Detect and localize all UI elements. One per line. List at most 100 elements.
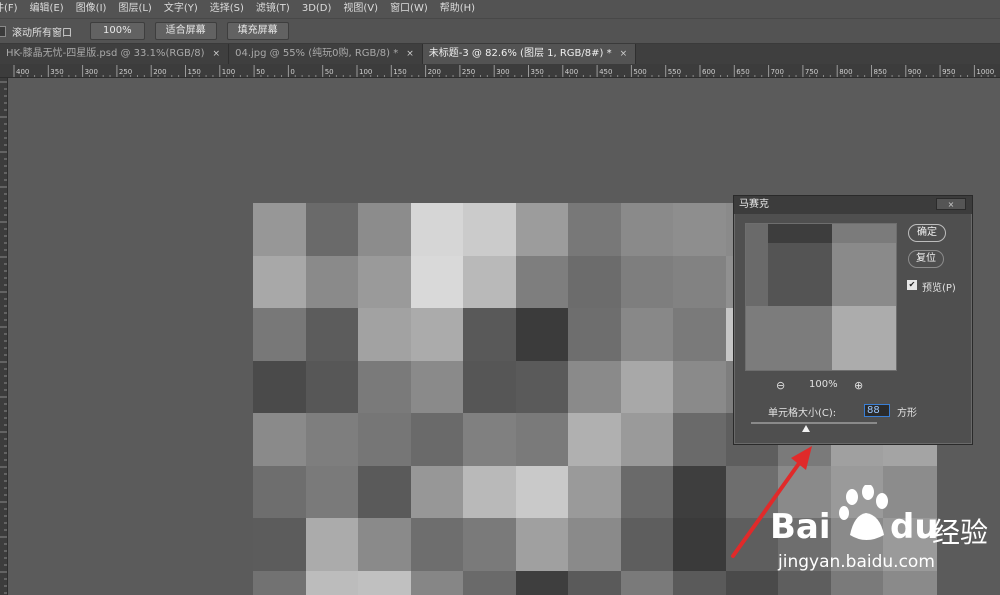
tab-untitled-3[interactable]: 未标题-3 @ 82.6% (图层 1, RGB/8#) * ×	[422, 44, 637, 64]
tab-label: 未标题-3 @ 82.6% (图层 1, RGB/8#) *	[428, 48, 612, 59]
fit-screen-button[interactable]: 适合屏幕	[154, 22, 217, 40]
menu-window[interactable]: 窗口(W)	[384, 0, 434, 18]
preview-label[interactable]: 预览(P)	[922, 279, 956, 294]
menu-layer[interactable]: 图层(L)	[112, 0, 157, 18]
cell-size-input[interactable]: 88	[864, 404, 890, 417]
mosaic-cell	[410, 255, 464, 309]
ruler-label: 350	[531, 68, 544, 76]
ruler-label: 950	[942, 68, 955, 76]
mosaic-cell	[305, 360, 359, 414]
close-icon[interactable]: ×	[213, 44, 221, 64]
mosaic-cell	[620, 360, 674, 414]
mosaic-cell	[305, 570, 359, 595]
mosaic-cell	[515, 203, 569, 257]
menu-type[interactable]: 文字(Y)	[158, 0, 204, 18]
ruler-label: 150	[393, 68, 406, 76]
slider-thumb[interactable]	[802, 425, 810, 432]
mosaic-cell	[358, 255, 412, 309]
mosaic-cell	[673, 413, 727, 467]
mosaic-cell	[673, 518, 727, 572]
menu-select[interactable]: 选择(S)	[204, 0, 250, 18]
ruler-label: 250	[119, 68, 132, 76]
mosaic-cell	[515, 308, 569, 362]
mosaic-cell	[673, 203, 727, 257]
baidu-jingyan-watermark: Bai du 经验 jingyan.baidu.com	[770, 485, 990, 585]
mosaic-cell	[410, 413, 464, 467]
mosaic-cell	[515, 255, 569, 309]
zoom-100-button[interactable]: 100%	[90, 22, 145, 40]
ruler-label: 0	[290, 68, 294, 76]
mosaic-cell	[515, 518, 569, 572]
mosaic-cell	[673, 255, 727, 309]
ruler-label: 800	[839, 68, 852, 76]
cell-size-slider[interactable]	[751, 422, 877, 424]
scroll-all-checkbox[interactable]	[0, 25, 6, 37]
mosaic-cell	[568, 255, 622, 309]
mosaic-cell	[463, 413, 517, 467]
mosaic-cell	[673, 465, 727, 519]
reset-button[interactable]: 复位	[908, 250, 944, 268]
ruler-label: 650	[736, 68, 749, 76]
mosaic-cell	[620, 570, 674, 595]
mosaic-cell	[463, 518, 517, 572]
ruler-label: 300	[496, 68, 509, 76]
baidu-brand-bai: Bai	[770, 507, 831, 547]
ruler-label: 1000	[976, 68, 994, 76]
ruler-label: 150	[188, 68, 201, 76]
mosaic-cell	[568, 413, 622, 467]
preview-block	[768, 224, 832, 243]
mosaic-cell	[463, 308, 517, 362]
mosaic-cell	[410, 203, 464, 257]
ruler-label: 550	[668, 68, 681, 76]
menu-3d[interactable]: 3D(D)	[296, 0, 338, 18]
preview-block	[832, 243, 896, 306]
ruler-label: 250	[462, 68, 475, 76]
zoom-out-icon[interactable]: ⊖	[776, 379, 785, 392]
horizontal-ruler: 400 350 300 250 200 150 100 50 0 50 100 150 200 250 30…	[0, 64, 1000, 78]
ruler-label: 200	[428, 68, 441, 76]
ruler-label: 400	[565, 68, 578, 76]
scroll-all-label[interactable]: 滚动所有窗口	[12, 24, 72, 39]
ruler-label: 100	[359, 68, 372, 76]
fill-screen-button[interactable]: 填充屏幕	[226, 22, 289, 40]
close-icon[interactable]: ×	[620, 44, 628, 64]
tab-label: 04.jpg @ 55% (纯玩0购, RGB/8) *	[235, 48, 399, 59]
menu-filter[interactable]: 滤镜(T)	[250, 0, 296, 18]
close-icon[interactable]: ×	[406, 44, 414, 64]
ruler-label: 900	[908, 68, 921, 76]
mosaic-cell	[410, 570, 464, 595]
photoshop-window: 文件(F) 编辑(E) 图像(I) 图层(L) 文字(Y) 选择(S) 滤镜(T…	[0, 0, 1000, 595]
mosaic-cell	[253, 308, 307, 362]
ruler-label: 850	[874, 68, 887, 76]
preview-checkbox[interactable]: ✔	[907, 280, 917, 290]
menu-file[interactable]: 文件(F)	[0, 0, 24, 18]
dialog-close-button[interactable]: ×	[936, 198, 966, 210]
mosaic-cell	[358, 570, 412, 595]
zoom-in-icon[interactable]: ⊕	[854, 379, 863, 392]
ruler-label: 300	[85, 68, 98, 76]
ruler-label: 50	[325, 68, 334, 76]
mosaic-cell	[305, 518, 359, 572]
menu-edit[interactable]: 编辑(E)	[24, 0, 70, 18]
mosaic-cell	[358, 308, 412, 362]
ruler-label: 350	[50, 68, 63, 76]
ok-button[interactable]: 确定	[908, 224, 946, 242]
mosaic-cell	[568, 203, 622, 257]
menu-view[interactable]: 视图(V)	[337, 0, 384, 18]
menu-help[interactable]: 帮助(H)	[434, 0, 481, 18]
preview-block	[768, 243, 832, 306]
mosaic-cell	[463, 255, 517, 309]
mosaic-cell	[410, 360, 464, 414]
mosaic-cell	[358, 465, 412, 519]
tab-hk-psd[interactable]: HK-膝晶无忧-四星版.psd @ 33.1%(RGB/8) ×	[0, 44, 230, 64]
mosaic-cell	[253, 518, 307, 572]
preview-block	[746, 224, 768, 306]
menu-image[interactable]: 图像(I)	[70, 0, 113, 18]
mosaic-cell	[620, 465, 674, 519]
mosaic-cell	[463, 360, 517, 414]
tab-04-jpg[interactable]: 04.jpg @ 55% (纯玩0购, RGB/8) * ×	[229, 44, 423, 64]
filter-preview[interactable]	[745, 223, 897, 371]
document-tabs: HK-膝晶无忧-四星版.psd @ 33.1%(RGB/8) × 04.jpg …	[0, 44, 1000, 64]
watermark-url: jingyan.baidu.com	[778, 552, 935, 572]
mosaic-cell	[358, 413, 412, 467]
